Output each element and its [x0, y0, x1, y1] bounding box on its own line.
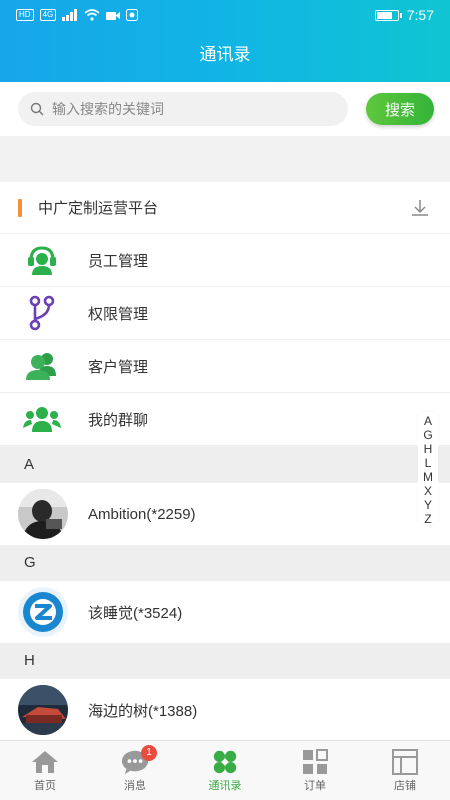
headset-agent-icon [22, 240, 62, 280]
branch-icon [22, 293, 62, 333]
tab-label: 店铺 [394, 780, 416, 792]
clock: 7:57 [406, 7, 434, 23]
download-icon[interactable] [410, 198, 430, 218]
app-notification-icon [126, 9, 139, 21]
tab-home[interactable]: 首页 [0, 741, 90, 800]
menu-item-customer[interactable]: 客户管理 [0, 340, 450, 393]
page-title: 通讯录 [199, 45, 251, 64]
index-letter[interactable]: Z [424, 512, 431, 526]
contacts-icon [211, 749, 239, 775]
tab-label: 订单 [304, 780, 326, 792]
org-accent-bar [18, 198, 22, 217]
contact-item[interactable]: Ambition(*2259) [0, 483, 450, 545]
org-name: 中广定制运营平台 [38, 200, 159, 217]
tab-label: 首页 [34, 780, 56, 792]
contact-name: 海边的树(*1388) [88, 702, 198, 720]
tab-orders[interactable]: 订单 [270, 741, 360, 800]
menu-label: 员工管理 [88, 252, 149, 270]
search-bar: 输入搜索的关键词 搜索 [0, 82, 450, 136]
menu-label: 客户管理 [88, 358, 149, 376]
alphabet-index[interactable]: A G H L M X Y Z [418, 412, 438, 526]
index-letter[interactable]: X [424, 484, 432, 498]
camera-icon [106, 11, 121, 20]
order-icon [301, 749, 329, 775]
bottom-tab-bar: 首页 1 消息 通讯录 订单 店铺 [0, 740, 450, 800]
tab-label: 通讯录 [208, 780, 242, 792]
index-letter[interactable]: Y [424, 498, 432, 512]
index-letter[interactable]: M [423, 470, 433, 484]
contact-name: 该睡觉(*3524) [88, 604, 183, 622]
header: HD 4G 7:57 通讯录 [0, 0, 450, 82]
section-header-h: H [0, 643, 450, 679]
users-icon [22, 346, 62, 386]
unread-badge: 1 [141, 745, 157, 761]
search-input[interactable]: 输入搜索的关键词 [18, 92, 348, 126]
menu-item-permission[interactable]: 权限管理 [0, 287, 450, 340]
index-letter[interactable]: A [424, 414, 432, 428]
search-placeholder: 输入搜索的关键词 [52, 101, 164, 117]
hd-badge: HD [16, 9, 34, 21]
network-badge: 4G [39, 9, 57, 21]
avatar [18, 685, 68, 735]
section-header-g: G [0, 545, 450, 581]
status-bar: HD 4G 7:57 [0, 0, 450, 30]
contact-name: Ambition(*2259) [88, 505, 196, 523]
menu-item-staff[interactable]: 员工管理 [0, 234, 450, 287]
group-chat-icon [22, 399, 62, 439]
wifi-icon [84, 9, 100, 21]
menu-label: 我的群聊 [88, 411, 149, 429]
search-icon [30, 102, 44, 116]
tab-shop[interactable]: 店铺 [360, 741, 450, 800]
shop-icon [391, 749, 419, 775]
index-letter[interactable]: H [424, 442, 433, 456]
section-header-a: A [0, 447, 450, 483]
avatar [18, 587, 68, 637]
signal-icon [62, 9, 78, 21]
index-letter[interactable]: L [425, 456, 432, 470]
contact-item[interactable]: 海边的树(*1388) [0, 679, 450, 741]
search-button[interactable]: 搜索 [366, 93, 434, 125]
menu-item-group-chat[interactable]: 我的群聊 [0, 393, 450, 446]
home-icon [31, 749, 59, 775]
tab-contacts[interactable]: 通讯录 [180, 741, 270, 800]
menu-label: 权限管理 [88, 305, 149, 323]
avatar [18, 489, 68, 539]
tab-messages[interactable]: 1 消息 [90, 741, 180, 800]
contact-item[interactable]: 该睡觉(*3524) [0, 581, 450, 643]
battery-icon [374, 9, 402, 21]
org-header[interactable]: 中广定制运营平台 [0, 182, 450, 234]
index-letter[interactable]: G [423, 428, 432, 442]
tab-label: 消息 [124, 780, 146, 792]
